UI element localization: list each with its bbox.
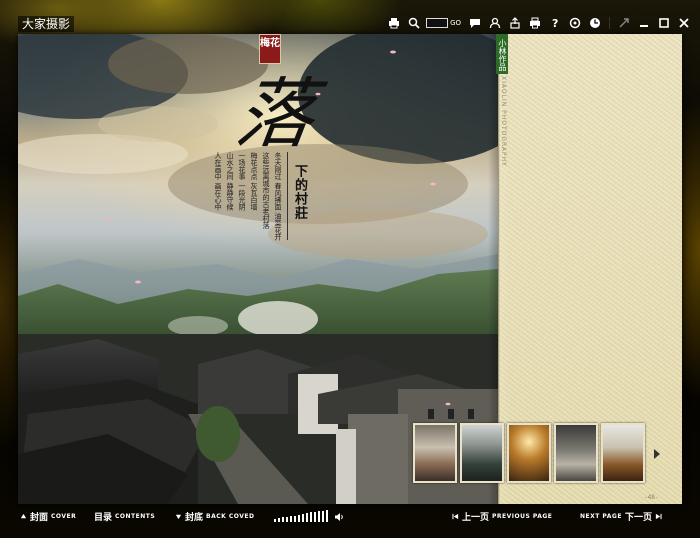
author-vertical-text: XIAOLIN PHOTOGRAPHY: [500, 76, 507, 167]
print-icon[interactable]: [384, 14, 404, 32]
thumbnail[interactable]: [507, 423, 551, 483]
go-button[interactable]: GO: [450, 19, 461, 27]
volume-bar: [326, 510, 328, 522]
previous-page-label-en: PREVIOUS PAGE: [492, 512, 553, 520]
comment-icon[interactable]: [465, 14, 485, 32]
toolbar-divider: [609, 17, 610, 29]
thumbnail-next-arrow-icon[interactable]: [652, 446, 662, 460]
volume-bar: [290, 516, 292, 522]
back-cover-label-cn: 封底: [185, 512, 204, 523]
user-icon[interactable]: [485, 14, 505, 32]
settings-icon[interactable]: [565, 14, 585, 32]
contents-label-en: CONTENTS: [115, 512, 156, 520]
volume-bar: [286, 517, 288, 522]
page-number: -48-: [644, 494, 659, 501]
clock-icon[interactable]: [585, 14, 605, 32]
maximize-icon[interactable]: [654, 14, 674, 32]
next-page-button[interactable]: NEXT PAGE 下一页: [580, 510, 662, 523]
page-jump: GO: [426, 18, 461, 28]
cover-label-cn: 封面: [30, 512, 49, 523]
thumbnail[interactable]: [554, 423, 598, 483]
volume-bar: [274, 519, 276, 522]
arrow-down-icon: [175, 514, 182, 519]
poem-line: 山水之间 静静守候: [226, 152, 234, 211]
bottom-nav: 封面 COVER 目录 CONTENTS 封底 BACK COVED 上一页 P…: [0, 506, 700, 526]
contents-label-cn: 目录: [94, 512, 113, 523]
flipbook: 梅花 落 下的村莊 冬天刚过 春风拂面 油菜花开 这些远离城市的古老村落 梅花点…: [18, 34, 682, 504]
author-badge: 小林作品: [496, 34, 508, 74]
poem-rule: [287, 152, 288, 240]
thumbnail-strip: [413, 423, 645, 483]
thumbnail[interactable]: [413, 423, 457, 483]
next-page-label-cn: 下一页: [624, 512, 652, 523]
cover-button[interactable]: 封面 COVER: [20, 510, 76, 523]
skip-back-icon: [452, 513, 459, 519]
back-cover-label-en: BACK COVED: [206, 512, 255, 520]
minimize-icon[interactable]: [634, 14, 654, 32]
close-icon[interactable]: [674, 14, 694, 32]
volume-bar: [278, 518, 280, 522]
poem-line: 梅花点点 灰瓦白墙: [250, 152, 258, 211]
volume-bar: [282, 517, 284, 522]
help-icon[interactable]: ?: [545, 14, 565, 32]
contents-button[interactable]: 目录 CONTENTS: [94, 510, 155, 523]
fullscreen-icon[interactable]: [614, 14, 634, 32]
poem-line: 一场花事 一段光阴: [238, 152, 246, 211]
volume-slider[interactable]: [274, 510, 344, 522]
volume-bar: [310, 512, 312, 522]
poem-line: 这些远离城市的古老村落: [262, 152, 270, 229]
poem-line: 冬天刚过 春风拂面 油菜花开: [274, 152, 282, 241]
next-page-label-en: NEXT PAGE: [580, 512, 622, 520]
volume-bar: [302, 514, 304, 522]
back-cover-button[interactable]: 封底 BACK COVED: [175, 510, 254, 523]
volume-bar: [294, 516, 296, 522]
poem-text: 冬天刚过 春风拂面 油菜花开 这些远离城市的古老村落 梅花点点 灰瓦白墙 一场花…: [188, 152, 288, 252]
previous-page-label-cn: 上一页: [462, 512, 490, 523]
svg-text:?: ?: [552, 17, 558, 29]
app-title: 大家摄影: [18, 16, 75, 32]
volume-bar: [306, 513, 308, 522]
skip-forward-icon: [655, 513, 662, 519]
thumbnail[interactable]: [460, 423, 504, 483]
thumbnail[interactable]: [601, 423, 645, 483]
share-icon[interactable]: [505, 14, 525, 32]
volume-bar: [318, 511, 320, 522]
cover-label-en: COVER: [51, 512, 77, 520]
volume-bar: [314, 512, 316, 522]
page-number-input[interactable]: [426, 18, 449, 28]
volume-bar: [298, 515, 300, 522]
previous-page-button[interactable]: 上一页 PREVIOUS PAGE: [452, 510, 552, 523]
zoom-icon[interactable]: [404, 14, 424, 32]
printer-icon[interactable]: [525, 14, 545, 32]
volume-bar: [322, 511, 324, 522]
poem-line: 人在画中 画在心中: [214, 152, 222, 211]
speaker-icon[interactable]: [334, 512, 344, 522]
title-badge: 梅花: [259, 34, 281, 64]
title-subtitle: 下的村莊: [292, 164, 307, 220]
arrow-up-icon: [20, 513, 27, 518]
toolbar: GO ?: [384, 14, 694, 32]
